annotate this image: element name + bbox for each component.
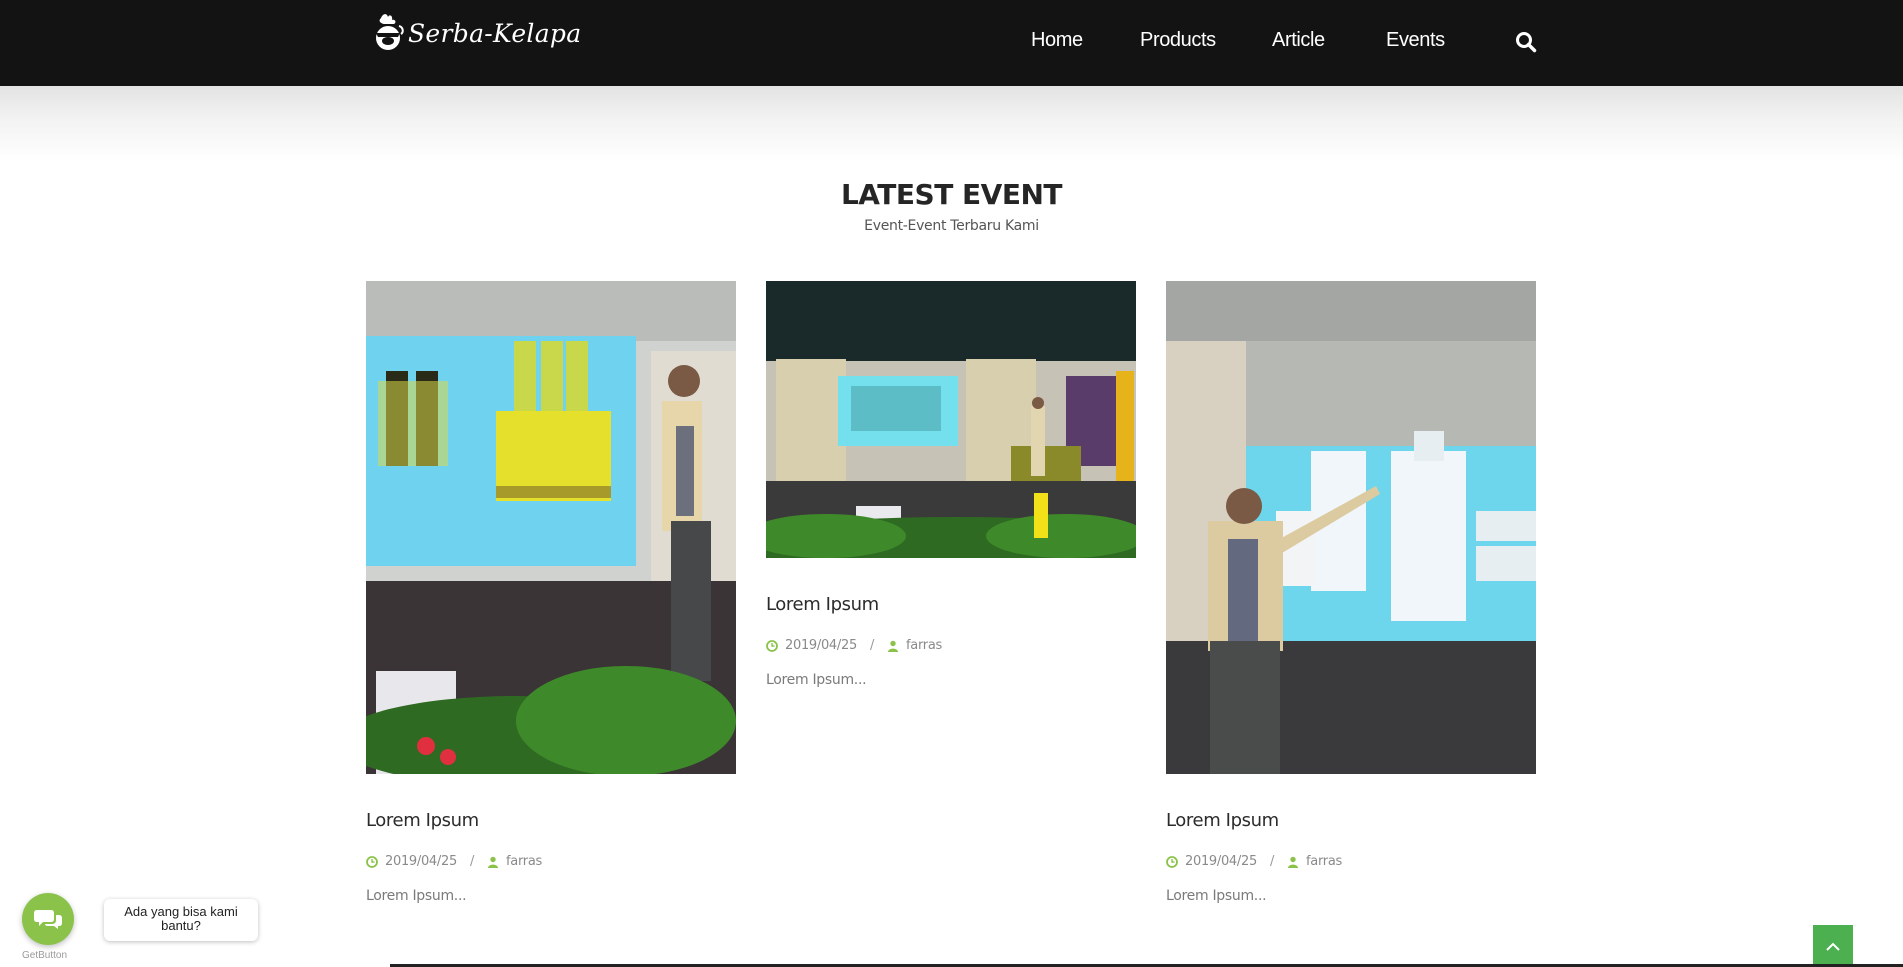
- clock-icon: [766, 639, 778, 652]
- nav-events[interactable]: Events: [1386, 29, 1445, 52]
- event-title-2[interactable]: Lorem Ipsum: [766, 594, 879, 615]
- event-meta-2: 2019/04/25 / farras: [766, 638, 942, 653]
- section-title: LATEST EVENT: [840, 178, 1063, 211]
- user-icon: [888, 640, 899, 652]
- event-meta-3: 2019/04/25 / farras: [1166, 854, 1342, 869]
- user-icon: [1288, 856, 1299, 868]
- event-photo-1: [366, 281, 736, 774]
- meta-separator: /: [1269, 854, 1275, 869]
- chat-bubbles-icon: [34, 910, 62, 929]
- nav-products[interactable]: Products: [1140, 29, 1216, 52]
- event-date-2: 2019/04/25: [785, 638, 857, 653]
- event-author-1[interactable]: farras: [506, 854, 542, 869]
- user-icon: [488, 856, 499, 868]
- search-icon[interactable]: [1515, 31, 1537, 53]
- event-image-2[interactable]: [766, 281, 1136, 558]
- event-author-3[interactable]: farras: [1306, 854, 1342, 869]
- clock-icon: [1166, 855, 1178, 868]
- event-excerpt-2: Lorem Ipsum...: [766, 672, 867, 688]
- meta-separator: /: [469, 854, 475, 869]
- event-excerpt-1: Lorem Ipsum...: [366, 888, 467, 904]
- event-photo-2: [766, 281, 1136, 558]
- back-to-top-button[interactable]: [1813, 925, 1853, 967]
- event-photo-3: [1166, 281, 1536, 774]
- event-image-1[interactable]: [366, 281, 736, 774]
- event-author-2[interactable]: farras: [906, 638, 942, 653]
- chat-button[interactable]: [22, 893, 74, 945]
- chat-credit[interactable]: GetButton: [22, 950, 67, 961]
- event-meta-1: 2019/04/25 / farras: [366, 854, 542, 869]
- coconut-logo-icon: [376, 14, 404, 50]
- event-excerpt-3: Lorem Ipsum...: [1166, 888, 1267, 904]
- event-date-3: 2019/04/25: [1185, 854, 1257, 869]
- top-navbar: [0, 0, 1903, 86]
- nav-article[interactable]: Article: [1272, 29, 1325, 52]
- clock-icon: [366, 855, 378, 868]
- chevron-up-icon: [1826, 942, 1840, 951]
- event-title-1[interactable]: Lorem Ipsum: [366, 810, 479, 831]
- event-title-3[interactable]: Lorem Ipsum: [1166, 810, 1279, 831]
- chat-prompt-bubble[interactable]: Ada yang bisa kami bantu?: [104, 899, 258, 941]
- brand-name: Serba-Kelapa: [408, 18, 582, 48]
- brand-logo[interactable]: Serba-Kelapa: [372, 10, 581, 56]
- navbar-shadow: [0, 86, 1903, 162]
- event-date-1: 2019/04/25: [385, 854, 457, 869]
- meta-separator: /: [869, 638, 875, 653]
- section-subtitle: Event-Event Terbaru Kami: [864, 218, 1039, 234]
- event-image-3[interactable]: [1166, 281, 1536, 774]
- nav-home[interactable]: Home: [1031, 29, 1083, 52]
